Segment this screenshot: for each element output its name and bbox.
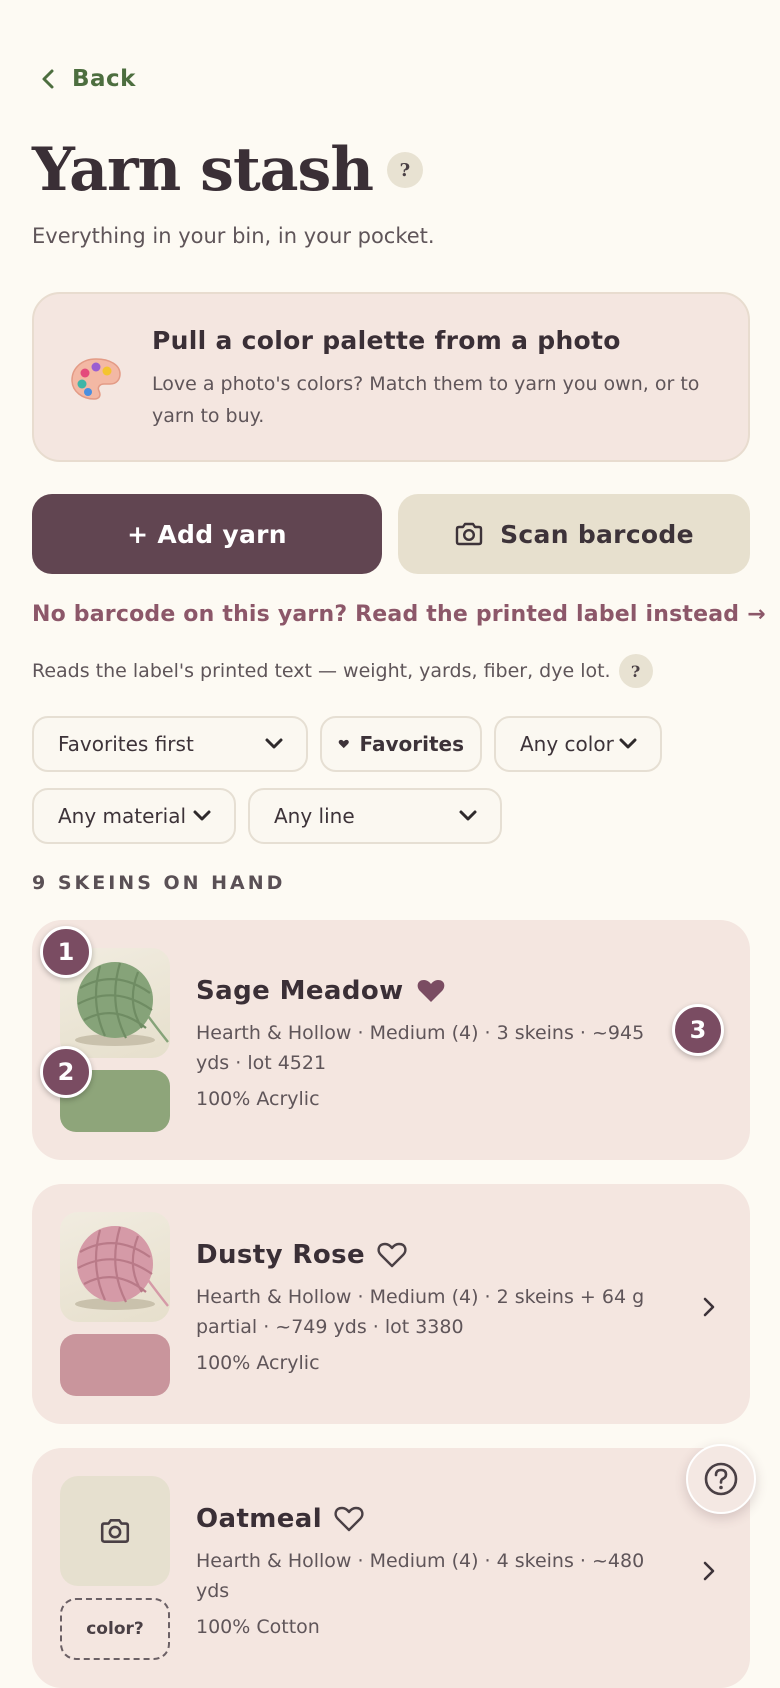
marker-2: 2 [40,1046,92,1098]
camera-icon [455,522,483,546]
page-subtitle: Everything in your bin, in your pocket. [32,224,435,248]
marker-1: 1 [40,926,92,978]
palette-icon [71,358,121,400]
question-circle-icon [704,1462,738,1496]
camera-icon [100,1519,130,1543]
label-help-badge[interactable]: ? [618,654,653,688]
read-label-note: Reads the label's printed text — weight,… [32,654,653,688]
yarn-card-sage-meadow[interactable]: Sage Meadow Hearth & Hollow · Medium (4)… [32,920,750,1160]
help-badge[interactable]: ? [386,152,423,188]
color-select-value: Any color [520,732,614,756]
yarn-details: Hearth & Hollow · Medium (4) · 4 skeins … [196,1550,645,1602]
marker-3: 3 [672,1004,724,1056]
yarn-name-row: Dusty Rose [196,1240,407,1270]
yarn-photo [60,1212,170,1322]
chevron-down-icon [459,810,477,821]
read-label-link[interactable]: No barcode on this yarn? Read the printe… [32,602,766,627]
yarn-fiber: 100% Acrylic [196,1352,320,1374]
favorites-toggle-label: Favorites [359,732,464,756]
help-button[interactable] [686,1444,756,1514]
favorites-toggle[interactable]: Favorites [320,716,482,772]
yarn-name-row: Oatmeal [196,1504,364,1534]
yarn-details: Hearth & Hollow · Medium (4) · 2 skeins … [196,1286,645,1338]
skein-count: 9 SKEINS ON HAND [32,872,286,894]
sort-select[interactable]: Favorites first [32,716,308,772]
yarn-ball-image [75,1226,169,1310]
palette-card-title: Pull a color palette from a photo [152,326,621,355]
heart-filled-icon[interactable] [416,977,446,1005]
color-swatch[interactable] [60,1334,170,1396]
chevron-down-icon [265,738,283,749]
palette-from-photo-card[interactable]: Pull a color palette from a photo Love a… [32,292,750,462]
page-header: Yarn stash ? [32,134,423,206]
chevron-down-icon [193,810,211,821]
chevron-right-icon [703,1297,715,1317]
yarn-card-oatmeal[interactable]: color? Oatmeal Hearth & Hollow · Medium … [32,1448,750,1688]
yarn-name: Dusty Rose [196,1240,365,1270]
yarn-fiber: 100% Acrylic [196,1088,320,1110]
page-title: Yarn stash [32,135,374,205]
sort-select-value: Favorites first [58,732,194,756]
material-select-value: Any material [58,804,187,828]
yarn-fiber: 100% Cotton [196,1616,320,1638]
line-select-value: Any line [274,804,355,828]
yarn-name: Oatmeal [196,1504,323,1534]
yarn-name: Sage Meadow [196,976,404,1006]
back-button[interactable]: Back [38,66,136,92]
scan-barcode-label: Scan barcode [500,519,694,549]
add-photo-button[interactable] [60,1476,170,1586]
yarn-name-row: Sage Meadow [196,976,446,1006]
color-select[interactable]: Any color [494,716,662,772]
chevron-down-icon [619,738,637,749]
material-select[interactable]: Any material [32,788,236,844]
add-yarn-button[interactable]: + Add yarn [32,494,382,574]
palette-card-description: Love a photo's colors? Match them to yar… [152,373,700,427]
heart-outline-icon[interactable] [334,1505,364,1533]
pick-color-button[interactable]: color? [60,1598,170,1660]
yarn-card-dusty-rose[interactable]: Dusty Rose Hearth & Hollow · Medium (4) … [32,1184,750,1424]
yarn-details: Hearth & Hollow · Medium (4) · 3 skeins … [196,1022,645,1074]
chevron-left-icon [42,69,54,89]
line-select[interactable]: Any line [248,788,502,844]
back-label: Back [72,66,136,92]
chevron-right-icon [703,1561,715,1581]
heart-outline-icon[interactable] [377,1241,407,1269]
heart-filled-icon [338,739,349,749]
read-label-note-text: Reads the label's printed text — weight,… [32,660,611,682]
scan-barcode-button[interactable]: Scan barcode [398,494,750,574]
